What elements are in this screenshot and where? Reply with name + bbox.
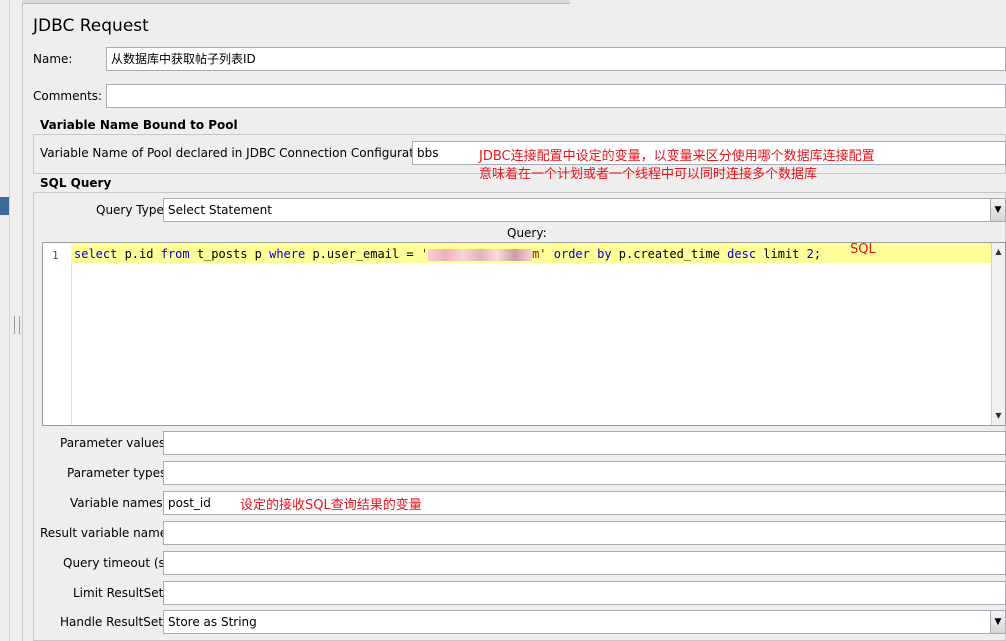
var-names-label: Variable names:: [70, 496, 167, 510]
sql-keyword: from: [160, 247, 190, 261]
limit-label: Limit ResultSet:: [73, 586, 168, 600]
handle-value: Store as String: [168, 615, 257, 629]
sql-string-open: ': [420, 247, 429, 261]
query-label: Query:: [507, 226, 547, 240]
result-var-field[interactable]: [163, 521, 1006, 545]
scroll-down-icon[interactable]: ▼: [992, 409, 1005, 423]
tab-strip: [22, 0, 570, 4]
sql-annotation: SQL: [850, 242, 876, 257]
editor-scrollbar[interactable]: ▲ ▼: [991, 243, 1005, 425]
sql-code-line[interactable]: select p.id from t_posts p where p.user_…: [74, 247, 821, 261]
scroll-up-icon[interactable]: ▲: [992, 245, 1005, 259]
param-values-label: Parameter values:: [60, 436, 170, 450]
sql-string-close: m': [532, 247, 547, 261]
param-values-field[interactable]: [163, 431, 1006, 455]
sql-editor[interactable]: 1 select p.id from t_posts p where p.use…: [42, 242, 1006, 426]
handle-select[interactable]: Store as String ▼: [163, 610, 1006, 634]
comments-label: Comments:: [33, 89, 103, 103]
query-type-label: Query Type:: [96, 203, 168, 217]
param-types-field[interactable]: [163, 461, 1006, 485]
sql-keyword: desc: [727, 247, 757, 261]
splitter-handle[interactable]: [14, 316, 20, 334]
redacted-email-blur: [428, 248, 533, 261]
line-number-gutter: 1: [43, 243, 72, 425]
panel-title: JDBC Request: [33, 16, 149, 36]
chevron-down-icon[interactable]: ▼: [990, 199, 1005, 221]
result-var-label: Result variable name:: [40, 526, 172, 540]
pool-annotation-line2: 意味着在一个计划或者一个线程中可以同时连接多个数据库: [479, 167, 818, 182]
sql-text: p.id: [117, 247, 161, 261]
query-type-select[interactable]: Select Statement ▼: [163, 198, 1006, 222]
sql-keyword: order: [553, 247, 590, 261]
timeout-field[interactable]: [163, 551, 1006, 575]
sql-number: 2: [806, 247, 814, 261]
var-names-annotation: 设定的接收SQL查询结果的变量: [240, 498, 422, 513]
sql-text: ;: [813, 247, 822, 261]
sql-keyword: by: [597, 247, 612, 261]
sql-text: t_posts p: [189, 247, 270, 261]
pool-label: Variable Name of Pool declared in JDBC C…: [40, 146, 437, 160]
tree-divider: [9, 0, 10, 641]
param-types-label: Parameter types:: [67, 466, 171, 480]
name-field[interactable]: 从数据库中获取帖子列表ID: [106, 47, 1006, 71]
sql-keyword: select: [74, 247, 118, 261]
limit-field[interactable]: [163, 581, 1006, 605]
sql-section-title: SQL Query: [40, 176, 112, 190]
sql-text: limit: [756, 247, 807, 261]
sql-keyword: where: [269, 247, 306, 261]
chevron-down-icon[interactable]: ▼: [990, 611, 1005, 633]
pool-annotation-line1: JDBC连接配置中设定的变量，以变量来区分使用哪个数据库连接配置: [479, 149, 875, 164]
sql-text: p.created_time: [611, 247, 728, 261]
name-label: Name:: [33, 52, 73, 66]
query-type-value: Select Statement: [168, 203, 272, 217]
sql-text: p.user_email =: [305, 247, 421, 261]
comments-field[interactable]: [106, 84, 1006, 108]
handle-label: Handle ResultSet:: [60, 615, 167, 629]
timeout-label: Query timeout (s):: [63, 556, 174, 570]
line-number: 1: [52, 249, 59, 262]
pool-section-title: Variable Name Bound to Pool: [40, 118, 238, 132]
selected-tree-node-marker[interactable]: [0, 197, 9, 215]
